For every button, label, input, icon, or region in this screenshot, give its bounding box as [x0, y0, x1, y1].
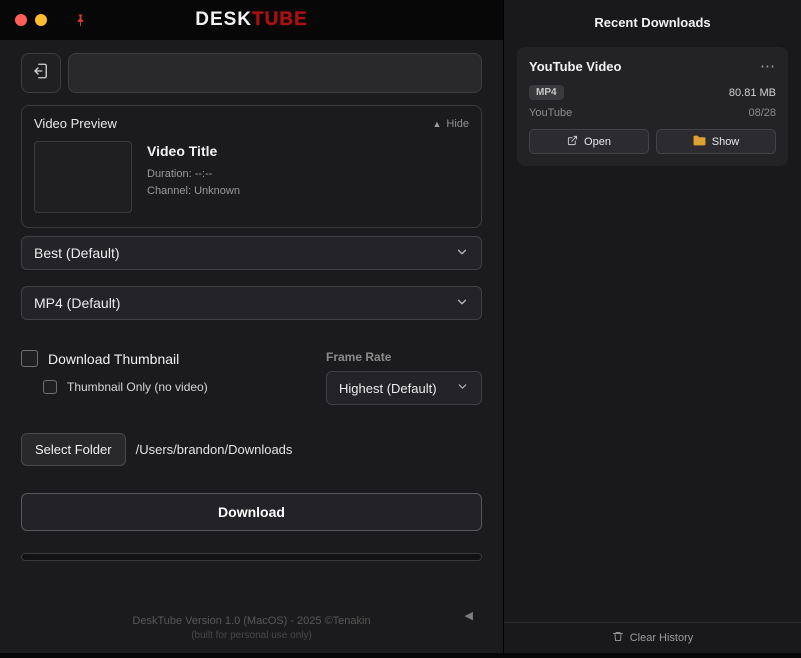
download-thumbnail-option[interactable]: Download Thumbnail	[21, 350, 208, 367]
open-file-button[interactable]: Open	[529, 129, 649, 154]
hide-preview-button[interactable]: ▲ Hide	[432, 118, 469, 130]
chevron-down-icon	[456, 380, 469, 396]
folder-row: Select Folder /Users/brandon/Downloads	[21, 433, 482, 466]
paste-link-icon	[32, 62, 50, 85]
quality-dropdown[interactable]: Best (Default)	[21, 236, 482, 270]
format-badge: MP4	[529, 85, 564, 100]
frame-rate-group: Frame Rate Highest (Default)	[326, 350, 482, 405]
close-button[interactable]	[15, 14, 27, 26]
format-dropdown-value: MP4 (Default)	[34, 295, 121, 311]
file-size: 80.81 MB	[728, 86, 776, 99]
download-thumbnail-label: Download Thumbnail	[48, 350, 180, 367]
logo-desk: DESK	[195, 9, 253, 30]
external-link-icon	[567, 135, 578, 149]
download-thumbnail-checkbox[interactable]	[21, 350, 38, 367]
thumbnail-only-option[interactable]: Thumbnail Only (no video)	[43, 380, 208, 394]
clear-history-label: Clear History	[629, 632, 694, 644]
video-thumbnail-placeholder	[34, 141, 132, 213]
video-channel: Channel: Unknown	[147, 185, 240, 197]
progress-bar	[21, 553, 482, 561]
chevron-down-icon	[455, 245, 469, 262]
url-row	[21, 53, 482, 93]
quality-dropdown-value: Best (Default)	[34, 245, 120, 261]
download-source: YouTube	[529, 107, 573, 119]
footer-version-text: DeskTube Version 1.0 (MacOS) - 2025 ©Ten…	[132, 615, 371, 627]
options-row: Download Thumbnail Thumbnail Only (no vi…	[21, 350, 482, 405]
chevron-down-icon	[455, 295, 469, 312]
traffic-lights	[0, 13, 86, 27]
frame-rate-dropdown-value: Highest (Default)	[339, 380, 437, 396]
download-folder-path: /Users/brandon/Downloads	[135, 442, 293, 457]
show-in-folder-button[interactable]: Show	[656, 129, 776, 154]
download-date: 08/28	[748, 107, 776, 119]
thumbnail-only-checkbox[interactable]	[43, 380, 57, 394]
open-button-label: Open	[584, 135, 611, 148]
download-button[interactable]: Download	[21, 493, 482, 531]
thumbnail-only-label: Thumbnail Only (no video)	[67, 380, 208, 394]
window-bottom-edge	[0, 653, 801, 658]
app-footer: DeskTube Version 1.0 (MacOS) - 2025 ©Ten…	[21, 615, 482, 641]
video-duration: Duration: --:--	[147, 168, 213, 180]
minimize-button[interactable]	[35, 14, 47, 26]
collapse-panel-arrow[interactable]: ◀	[465, 609, 473, 622]
paste-url-button[interactable]	[21, 53, 61, 93]
main-pane: DESKTUBE Video Preview ▲ Hide Video Titl…	[0, 0, 503, 658]
thumbnail-options: Download Thumbnail Thumbnail Only (no vi…	[21, 350, 208, 394]
trash-icon	[612, 630, 624, 646]
select-folder-button[interactable]: Select Folder	[21, 433, 126, 466]
video-preview-label: Video Preview	[34, 116, 117, 131]
download-card: YouTube Video ⋯ MP4 80.81 MB YouTube 08/…	[517, 47, 788, 166]
clear-history-button[interactable]: Clear History	[504, 622, 801, 653]
video-title: Video Title	[147, 143, 218, 159]
show-button-label: Show	[711, 135, 740, 148]
main-content: Video Preview ▲ Hide Video Title Duratio…	[0, 40, 503, 658]
format-dropdown[interactable]: MP4 (Default)	[21, 286, 482, 320]
recent-downloads-title: Recent Downloads	[594, 15, 711, 30]
url-input[interactable]	[68, 53, 482, 93]
hide-label: Hide	[446, 117, 469, 130]
download-card-title: YouTube Video	[529, 59, 622, 74]
folder-icon	[693, 135, 706, 149]
titlebar: DESKTUBE	[0, 0, 503, 40]
logo-tube: TUBE	[252, 9, 308, 30]
recent-downloads-pane: Recent Downloads YouTube Video ⋯ MP4 80.…	[503, 0, 801, 658]
select-folder-label: Select Folder	[35, 442, 112, 457]
video-preview-panel: Video Preview ▲ Hide Video Title Duratio…	[21, 105, 482, 228]
footer-note-text: (built for personal use only)	[191, 630, 312, 641]
frame-rate-label: Frame Rate	[326, 350, 392, 364]
download-button-label: Download	[218, 504, 285, 520]
triangle-up-icon: ▲	[432, 118, 442, 129]
app-window: DESKTUBE Video Preview ▲ Hide Video Titl…	[0, 0, 801, 658]
frame-rate-dropdown[interactable]: Highest (Default)	[326, 371, 482, 405]
more-options-icon[interactable]: ⋯	[760, 59, 776, 74]
pin-icon[interactable]	[75, 13, 86, 27]
